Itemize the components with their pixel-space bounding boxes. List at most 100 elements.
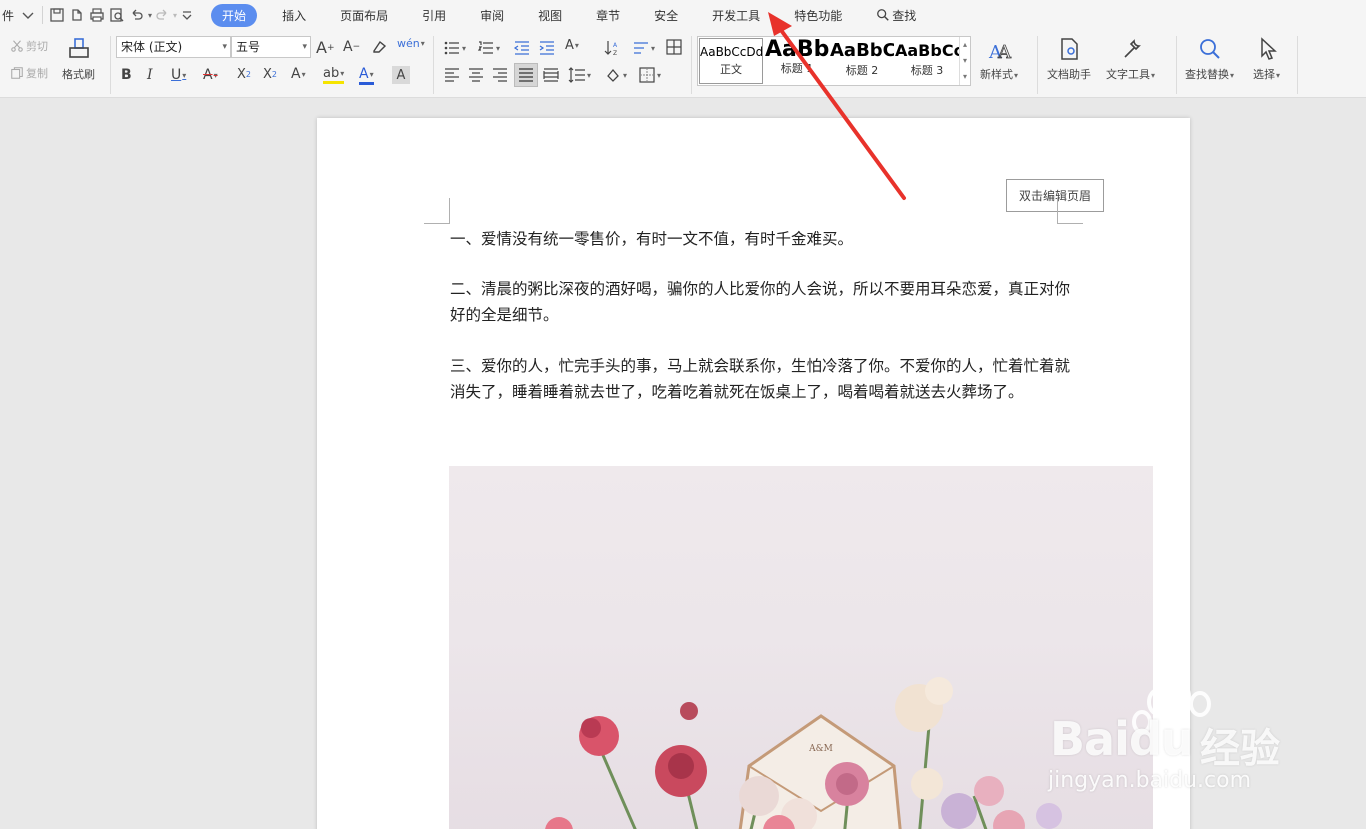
- align-center-icon[interactable]: [467, 66, 485, 84]
- font-name-value: 宋体 (正文): [121, 40, 183, 54]
- wrench-icon: [1123, 39, 1141, 58]
- paragraph[interactable]: 二、清晨的粥比深夜的酒好喝，骗你的人比爱你的人会说，所以不要用耳朵恋爱，真正对你…: [450, 276, 1075, 328]
- tab-security[interactable]: 安全: [645, 4, 687, 27]
- table-layout-icon[interactable]: [665, 38, 683, 56]
- redo-icon[interactable]: [152, 5, 172, 25]
- text-effect-icon[interactable]: A ▾: [291, 66, 306, 82]
- change-case-icon[interactable]: A ▾: [565, 38, 579, 53]
- new-style-button[interactable]: AA 新样式▾: [980, 36, 1018, 82]
- clear-format-icon[interactable]: [370, 38, 388, 56]
- customize-toolbar-icon[interactable]: [177, 5, 197, 25]
- grow-font-icon[interactable]: A +: [316, 38, 335, 57]
- font-color-icon[interactable]: A ▾: [359, 66, 374, 85]
- header-edit-tooltip[interactable]: 双击编辑页眉: [1006, 179, 1104, 212]
- watermark-brand: Baidu: [1050, 712, 1194, 766]
- tab-references[interactable]: 引用: [413, 4, 455, 27]
- style-heading-1[interactable]: AaBb 标题 1: [765, 38, 829, 84]
- copy-icon: [11, 67, 23, 79]
- shrink-font-icon[interactable]: A −: [343, 39, 360, 55]
- paragraph[interactable]: 三、爱你的人，忙完手头的事，马上就会联系你，生怕冷落了你。不爱你的人，忙着忙着就…: [450, 353, 1075, 405]
- shading-icon[interactable]: ▾: [604, 66, 627, 84]
- find-replace-button[interactable]: 查找替换▾: [1185, 36, 1234, 82]
- tab-page-layout[interactable]: 页面布局: [331, 4, 397, 27]
- cut-label: 剪切: [26, 40, 48, 53]
- paragraph[interactable]: 一、爱情没有统一零售价，有时一文不值，有时千金难买。: [450, 226, 1075, 252]
- chevron-down-icon[interactable]: [18, 5, 38, 25]
- format-painter-button[interactable]: 格式刷: [62, 36, 95, 82]
- distributed-align-icon[interactable]: [542, 66, 560, 84]
- align-left-icon[interactable]: [443, 66, 461, 84]
- style-normal[interactable]: AaBbCcDd 正文: [699, 38, 763, 84]
- search-label: 查找: [892, 8, 917, 23]
- tab-special-features[interactable]: 特色功能: [785, 4, 851, 27]
- tab-section[interactable]: 章节: [587, 4, 629, 27]
- copy-label: 复制: [26, 67, 48, 80]
- svg-text:A: A: [613, 42, 618, 49]
- format-painter-label: 格式刷: [62, 68, 95, 81]
- highlight-icon[interactable]: ab ▾: [323, 66, 345, 84]
- style-gallery: AaBbCcDd 正文 AaBb 标题 1 AaBbC 标题 2 AaBbCc …: [697, 36, 971, 86]
- ribbon-toolbar: 剪切 复制 格式刷 宋体 (正文) ▾ 五号 ▾ A + A − wén ▾ B I …: [0, 30, 1366, 98]
- text-tools-button[interactable]: 文字工具▾: [1106, 36, 1155, 82]
- italic-icon[interactable]: I: [147, 67, 153, 83]
- tab-home[interactable]: 开始: [211, 3, 258, 27]
- line-spacing-icon[interactable]: ▾: [568, 66, 591, 84]
- tab-review[interactable]: 审阅: [471, 4, 513, 27]
- tab-view[interactable]: 视图: [529, 4, 571, 27]
- tab-developer-tools[interactable]: 开发工具: [703, 4, 769, 27]
- bullet-list-icon[interactable]: ▾: [443, 39, 466, 57]
- save-icon[interactable]: [47, 5, 67, 25]
- tab-insert[interactable]: 插入: [273, 4, 315, 27]
- cut-button[interactable]: 剪切: [10, 38, 48, 54]
- file-menu[interactable]: 件: [0, 4, 16, 27]
- numbered-list-icon[interactable]: ▾: [477, 39, 500, 57]
- font-size-select[interactable]: 五号 ▾: [231, 36, 311, 58]
- corner-mark-top-left: [424, 198, 450, 224]
- sort-icon[interactable]: AZ: [604, 39, 622, 57]
- group-divider: [433, 36, 434, 94]
- new-style-label: 新样式: [980, 68, 1013, 81]
- borders-icon[interactable]: ▾: [638, 66, 661, 84]
- subscript-icon[interactable]: X2: [263, 67, 277, 82]
- underline-icon[interactable]: U ▾: [171, 67, 186, 83]
- doc-assistant-button[interactable]: 文档助手: [1047, 36, 1091, 82]
- bold-icon[interactable]: B: [121, 67, 132, 83]
- phonetic-guide-icon[interactable]: wén ▾: [397, 37, 425, 50]
- cursor-arrow-icon: [1260, 37, 1277, 60]
- strikethrough-icon[interactable]: A ▾: [203, 67, 218, 83]
- print-preview-icon[interactable]: [107, 5, 127, 25]
- style-heading-2[interactable]: AaBbC 标题 2: [830, 38, 894, 84]
- doc-assistant-label: 文档助手: [1047, 68, 1091, 81]
- svg-text:A: A: [997, 42, 1012, 62]
- group-divider: [1037, 36, 1038, 94]
- print-icon[interactable]: [87, 5, 107, 25]
- show-hide-marks-icon[interactable]: ▾: [632, 39, 655, 57]
- search-command[interactable]: 查找: [867, 4, 925, 27]
- select-button[interactable]: 选择▾: [1253, 36, 1280, 82]
- style-gallery-scroll[interactable]: ▴ ▾ ▾: [959, 37, 970, 85]
- chevron-down-icon: ▾: [302, 42, 307, 52]
- export-pdf-icon[interactable]: [67, 5, 87, 25]
- watermark-url: jingyan.baidu.com: [1048, 768, 1252, 793]
- undo-icon[interactable]: [127, 5, 147, 25]
- superscript-icon[interactable]: X2: [237, 67, 251, 82]
- search-icon: [877, 9, 889, 21]
- copy-button[interactable]: 复制: [10, 65, 48, 81]
- align-right-icon[interactable]: [491, 66, 509, 84]
- select-label: 选择: [1253, 68, 1275, 81]
- quick-access-toolbar: ▾ ▾: [47, 5, 197, 25]
- watermark-brand-cn: 经验: [1200, 726, 1280, 772]
- char-shading-icon[interactable]: A: [392, 66, 410, 84]
- group-divider: [1297, 36, 1298, 94]
- scissors-icon: [11, 40, 23, 52]
- style-heading-3[interactable]: AaBbCc 标题 3: [895, 38, 959, 84]
- font-name-select[interactable]: 宋体 (正文) ▾: [116, 36, 231, 58]
- text-tools-label: 文字工具: [1106, 68, 1150, 81]
- group-divider: [691, 36, 692, 94]
- justify-icon[interactable]: [514, 63, 538, 87]
- magnifier-icon: [1199, 39, 1220, 59]
- chevron-down-icon: ▾: [222, 42, 227, 52]
- brush-icon: [68, 38, 89, 58]
- decrease-indent-icon[interactable]: [513, 39, 531, 57]
- increase-indent-icon[interactable]: [538, 39, 556, 57]
